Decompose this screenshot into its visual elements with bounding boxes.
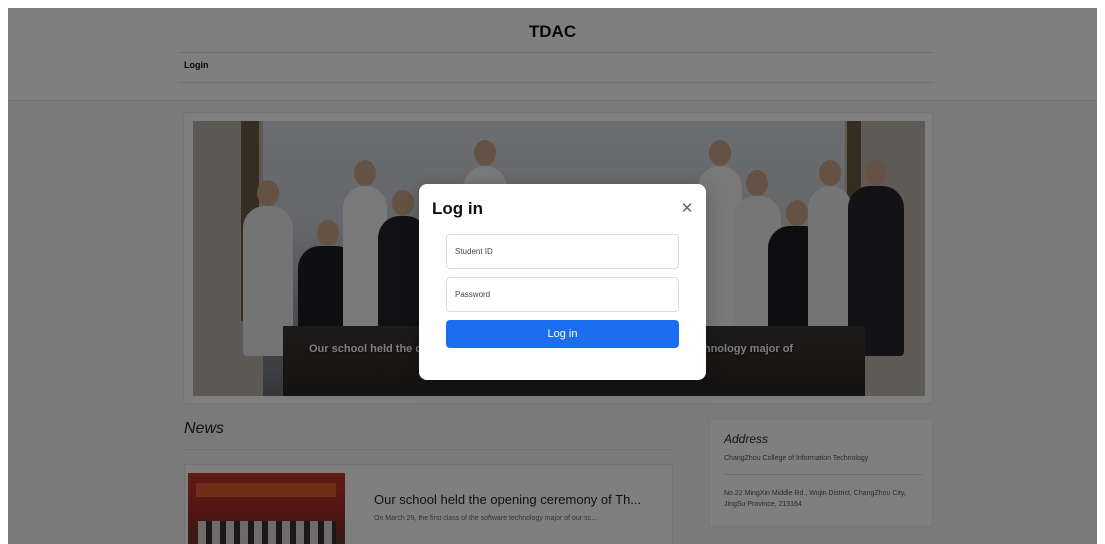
login-modal: Log in ✕ Log in (419, 184, 706, 380)
password-input[interactable] (446, 277, 679, 312)
login-submit-button[interactable]: Log in (446, 320, 679, 348)
close-icon[interactable]: ✕ (679, 200, 695, 216)
student-id-input[interactable] (446, 234, 679, 269)
login-modal-title: Log in (432, 199, 483, 218)
